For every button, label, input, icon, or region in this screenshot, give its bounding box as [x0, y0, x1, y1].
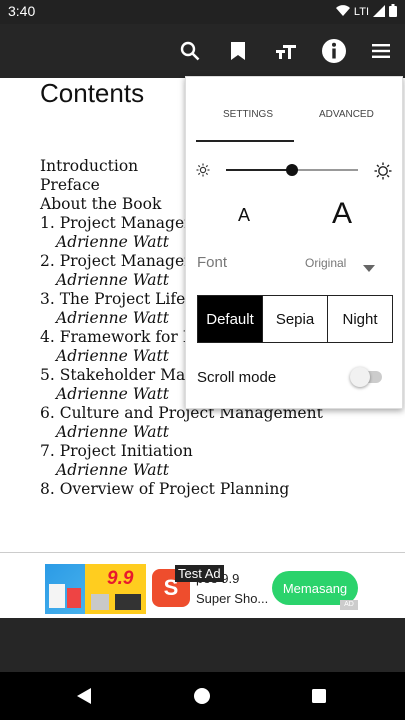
text-size-icon: [276, 45, 296, 59]
recents-button[interactable]: [307, 684, 331, 708]
dropdown-arrow-icon[interactable]: [363, 259, 375, 277]
ad-app-subtitle: Super Sho...: [196, 591, 269, 606]
toc-item-chapter-7[interactable]: 7. Project Initiation: [40, 442, 400, 461]
toc-author: Adrienne Watt: [56, 461, 170, 479]
ad-banner[interactable]: 9.9 S pee 9.9 Super Sho... Test Ad Memas…: [0, 552, 405, 618]
theme-selector: Default Sepia Night: [197, 295, 393, 343]
back-icon: [77, 688, 91, 704]
bottom-bar: [0, 618, 405, 672]
theme-sepia-button[interactable]: Sepia: [263, 295, 328, 343]
ad-image-text: 9.9: [107, 568, 134, 589]
back-button[interactable]: [72, 684, 96, 708]
status-icons: LTI: [335, 4, 397, 20]
font-select[interactable]: Original: [305, 256, 346, 270]
ad-image[interactable]: 9.9: [45, 564, 146, 614]
signal-icon: [373, 4, 385, 20]
contents-heading: Contents: [40, 78, 145, 108]
status-bar: 3:40 LTI: [0, 0, 405, 24]
tab-settings[interactable]: SETTINGS: [223, 109, 273, 120]
toc-item-chapter-8[interactable]: 8. Overview of Project Planning: [40, 480, 400, 499]
toc-author: Adrienne Watt: [56, 423, 170, 441]
home-button[interactable]: [190, 684, 214, 708]
decrease-font-size-button[interactable]: A: [238, 205, 250, 226]
wifi-icon: [335, 4, 350, 20]
battery-icon: [389, 4, 397, 20]
test-ad-badge: Test Ad: [175, 565, 224, 582]
search-icon: [180, 41, 200, 61]
theme-night-button[interactable]: Night: [328, 295, 393, 343]
increase-font-size-button[interactable]: A: [332, 197, 352, 231]
brightness-slider-thumb[interactable]: [286, 164, 298, 176]
tab-advanced[interactable]: ADVANCED: [319, 109, 374, 120]
status-time: 3:40: [8, 3, 36, 19]
search-button[interactable]: [174, 35, 206, 67]
recents-icon: [312, 689, 326, 703]
info-button[interactable]: [318, 35, 350, 67]
menu-icon: [372, 44, 390, 58]
brightness-slider-fill: [226, 169, 292, 171]
bookmark-button[interactable]: [222, 35, 254, 67]
brightness-high-icon: [374, 162, 392, 185]
scroll-mode-toggle-thumb[interactable]: [350, 367, 370, 387]
reader-toolbar: [0, 24, 405, 78]
text-size-button[interactable]: [270, 35, 302, 67]
font-label: Font: [197, 254, 228, 271]
brightness-low-icon: [196, 163, 210, 182]
system-nav-bar: [0, 672, 405, 720]
home-icon: [194, 688, 210, 704]
ad-choices-icon[interactable]: AD: [340, 600, 358, 610]
theme-default-button[interactable]: Default: [197, 295, 263, 343]
menu-button[interactable]: [365, 35, 397, 67]
bookmark-icon: [231, 42, 245, 60]
active-tab-indicator: [196, 140, 294, 142]
reader-settings-panel: SETTINGS ADVANCED A A Font Original Defa…: [185, 76, 403, 409]
info-icon: [322, 39, 346, 63]
network-type-label: LTI: [353, 6, 369, 18]
scroll-mode-label: Scroll mode: [197, 369, 277, 386]
